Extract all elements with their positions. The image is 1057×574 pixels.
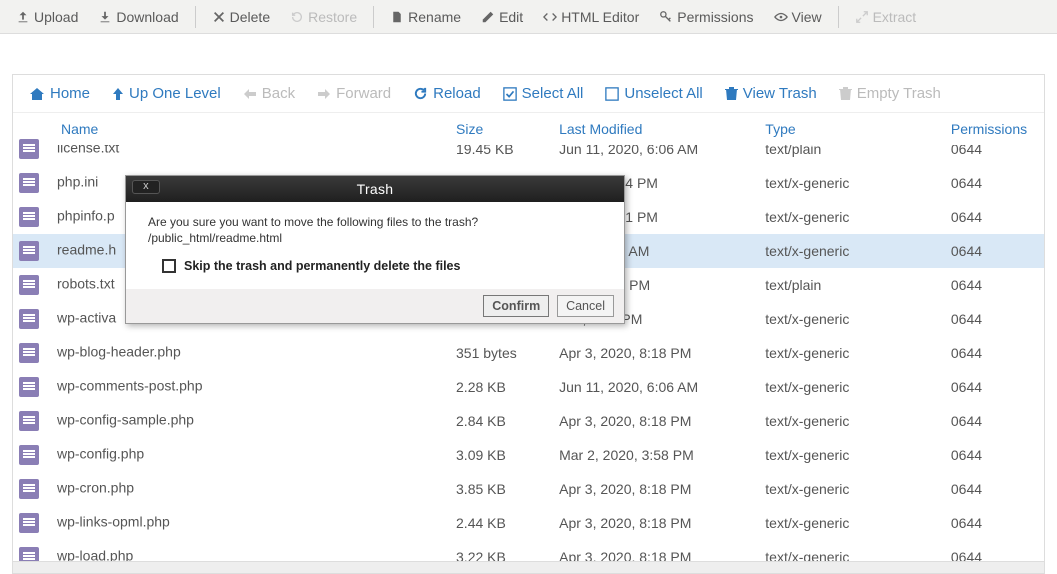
- dialog-footer: Confirm Cancel: [126, 289, 624, 323]
- close-icon[interactable]: x: [132, 180, 160, 194]
- trash-dialog: x Trash Are you sure you want to move th…: [125, 175, 625, 324]
- confirm-message: Are you sure you want to move the follow…: [148, 214, 602, 230]
- cancel-button[interactable]: Cancel: [557, 295, 614, 317]
- dialog-body: Are you sure you want to move the follow…: [126, 202, 624, 289]
- checkbox-icon[interactable]: [162, 259, 176, 273]
- modal-overlay: x Trash Are you sure you want to move th…: [0, 0, 1057, 567]
- dialog-titlebar: x Trash: [126, 176, 624, 202]
- file-path: /public_html/readme.html: [148, 231, 602, 245]
- skip-trash-label: Skip the trash and permanently delete th…: [184, 259, 460, 273]
- skip-trash-option[interactable]: Skip the trash and permanently delete th…: [162, 259, 602, 273]
- confirm-button[interactable]: Confirm: [483, 295, 549, 317]
- dialog-title: Trash: [357, 181, 394, 197]
